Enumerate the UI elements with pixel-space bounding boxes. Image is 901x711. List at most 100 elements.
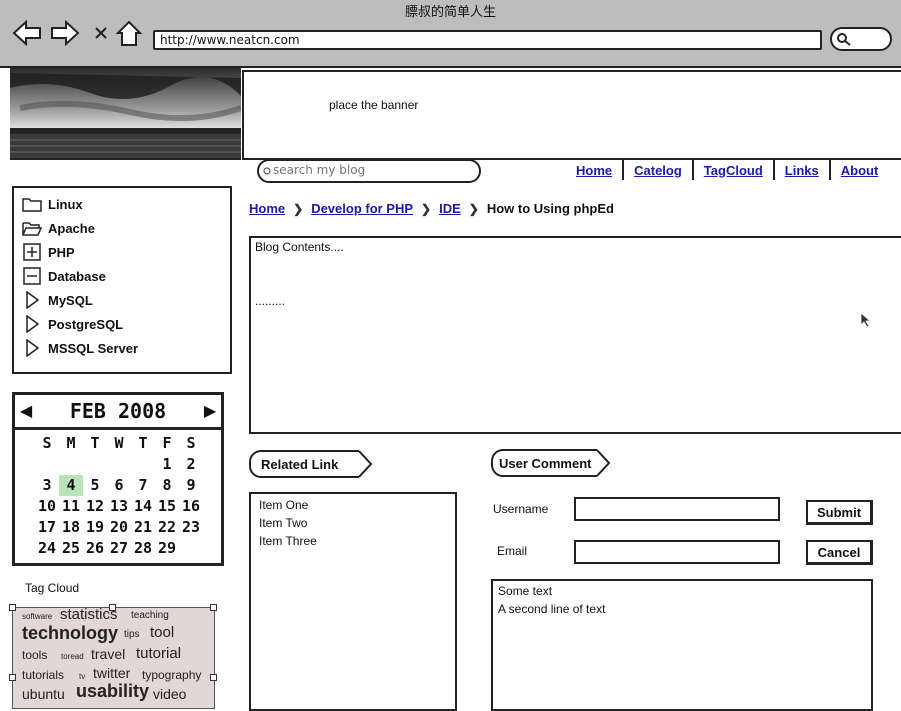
- nav-separator: [622, 160, 625, 180]
- calendar-day[interactable]: 15: [155, 496, 179, 517]
- blog-search-box[interactable]: [257, 159, 481, 183]
- calendar-day[interactable]: 12: [83, 496, 107, 517]
- browser-search-field[interactable]: [830, 27, 892, 51]
- prev-month-icon[interactable]: ◀: [15, 401, 37, 421]
- calendar-day[interactable]: 6: [107, 475, 131, 496]
- calendar-day[interactable]: 28: [131, 538, 155, 559]
- user-comment-title: User Comment: [499, 455, 592, 471]
- calendar-day[interactable]: 27: [107, 538, 131, 559]
- tree-item-label: MySQL: [48, 292, 93, 308]
- related-link-item[interactable]: Item Three: [259, 534, 317, 548]
- calendar-day[interactable]: 22: [155, 517, 179, 538]
- calendar-day: [131, 454, 155, 475]
- tag-link[interactable]: tool: [150, 624, 174, 641]
- address-bar[interactable]: http://www.neatcn.com: [153, 30, 822, 50]
- content-line: .........: [255, 294, 286, 308]
- calendar-day[interactable]: 3: [35, 475, 59, 496]
- resize-handle[interactable]: [109, 604, 116, 611]
- calendar-day[interactable]: 16: [179, 496, 203, 517]
- breadcrumb-home[interactable]: Home: [249, 201, 285, 216]
- minus-box-icon: [22, 267, 42, 285]
- comment-textarea[interactable]: Some text A second line of text: [491, 579, 873, 711]
- calendar-day[interactable]: 10: [35, 496, 59, 517]
- calendar-day[interactable]: 11: [59, 496, 83, 517]
- resize-handle[interactable]: [9, 604, 16, 611]
- related-link-item[interactable]: Item One: [259, 498, 308, 512]
- calendar-day[interactable]: 7: [131, 475, 155, 496]
- calendar-day[interactable]: 25: [59, 538, 83, 559]
- calendar-day[interactable]: 8: [155, 475, 179, 496]
- calendar-day[interactable]: 26: [83, 538, 107, 559]
- tag-link[interactable]: teaching: [131, 610, 169, 621]
- nav-tagcloud[interactable]: TagCloud: [698, 163, 769, 178]
- tag-link[interactable]: technology: [22, 623, 118, 644]
- tree-item-mysql[interactable]: MySQL: [22, 290, 93, 310]
- username-input[interactable]: [576, 499, 778, 519]
- calendar-day[interactable]: 9: [179, 475, 203, 496]
- triangle-right-icon: [22, 339, 42, 357]
- breadcrumb-ide[interactable]: IDE: [439, 201, 461, 216]
- next-month-icon[interactable]: ▶: [199, 401, 221, 421]
- tag-link[interactable]: travel: [91, 646, 125, 662]
- calendar-day[interactable]: 17: [35, 517, 59, 538]
- email-field[interactable]: [574, 540, 780, 564]
- comment-text-line: A second line of text: [498, 602, 606, 616]
- calendar-day[interactable]: 14: [131, 496, 155, 517]
- calendar-day[interactable]: 23: [179, 517, 203, 538]
- breadcrumb-develop-php[interactable]: Develop for PHP: [311, 201, 413, 216]
- tag-link[interactable]: software: [22, 612, 52, 621]
- tag-link[interactable]: tips: [124, 629, 140, 640]
- related-link-item[interactable]: Item Two: [259, 516, 307, 530]
- calendar-day[interactable]: 5: [83, 475, 107, 496]
- tag-link[interactable]: ubuntu: [22, 686, 65, 702]
- nav-links[interactable]: Links: [779, 163, 825, 178]
- tag-link[interactable]: tutorials: [22, 668, 64, 682]
- calendar-day[interactable]: 24: [35, 538, 59, 559]
- tag-link[interactable]: video: [153, 686, 186, 702]
- stop-icon[interactable]: [86, 18, 116, 48]
- calendar-day[interactable]: 29: [155, 538, 179, 559]
- nav-home[interactable]: Home: [570, 163, 618, 178]
- calendar-day[interactable]: 20: [107, 517, 131, 538]
- submit-button[interactable]: Submit: [806, 500, 873, 525]
- resize-handle[interactable]: [210, 604, 217, 611]
- nav-about[interactable]: About: [835, 163, 885, 178]
- tree-item-label: Linux: [48, 196, 83, 212]
- tree-item-linux[interactable]: Linux: [22, 194, 83, 214]
- calendar-day[interactable]: 13: [107, 496, 131, 517]
- tree-item-database[interactable]: Database: [22, 266, 106, 286]
- cancel-button[interactable]: Cancel: [806, 540, 873, 565]
- tag-link[interactable]: usability: [76, 681, 149, 702]
- calendar-day[interactable]: 2: [179, 454, 203, 475]
- tag-link[interactable]: tutorial: [136, 645, 181, 662]
- calendar-day[interactable]: 21: [131, 517, 155, 538]
- tag-link[interactable]: tv: [79, 672, 85, 681]
- calendar-day[interactable]: 4: [59, 475, 83, 496]
- tag-link[interactable]: typography: [142, 668, 201, 682]
- tree-item-mssql-server[interactable]: MSSQL Server: [22, 338, 138, 358]
- triangle-right-icon: [22, 291, 42, 309]
- tag-link[interactable]: tools: [22, 648, 47, 662]
- email-input[interactable]: [576, 542, 778, 562]
- home-icon[interactable]: [114, 18, 144, 48]
- tree-item-postgresql[interactable]: PostgreSQL: [22, 314, 123, 334]
- tree-item-php[interactable]: PHP: [22, 242, 75, 262]
- category-tree: Linux Apache PHP Database MySQL PostgreS…: [12, 186, 232, 374]
- tree-item-label: MSSQL Server: [48, 340, 139, 356]
- tree-item-label: PostgreSQL: [48, 316, 124, 332]
- username-field[interactable]: [574, 497, 780, 521]
- content-line: Blog Contents....: [255, 240, 344, 254]
- tag-link[interactable]: twitter: [93, 665, 130, 681]
- calendar-day[interactable]: 18: [59, 517, 83, 538]
- tree-item-apache[interactable]: Apache: [22, 218, 95, 238]
- back-icon[interactable]: [12, 18, 42, 48]
- resize-handle[interactable]: [210, 674, 217, 681]
- forward-icon[interactable]: [50, 18, 80, 48]
- blog-search-input[interactable]: [273, 162, 463, 178]
- tag-link[interactable]: toread: [61, 652, 84, 661]
- calendar-day[interactable]: 19: [83, 517, 107, 538]
- nav-catelog[interactable]: Catelog: [628, 163, 688, 178]
- resize-handle[interactable]: [9, 674, 16, 681]
- chevron-right-icon: ❯: [421, 201, 432, 216]
- calendar-day[interactable]: 1: [155, 454, 179, 475]
